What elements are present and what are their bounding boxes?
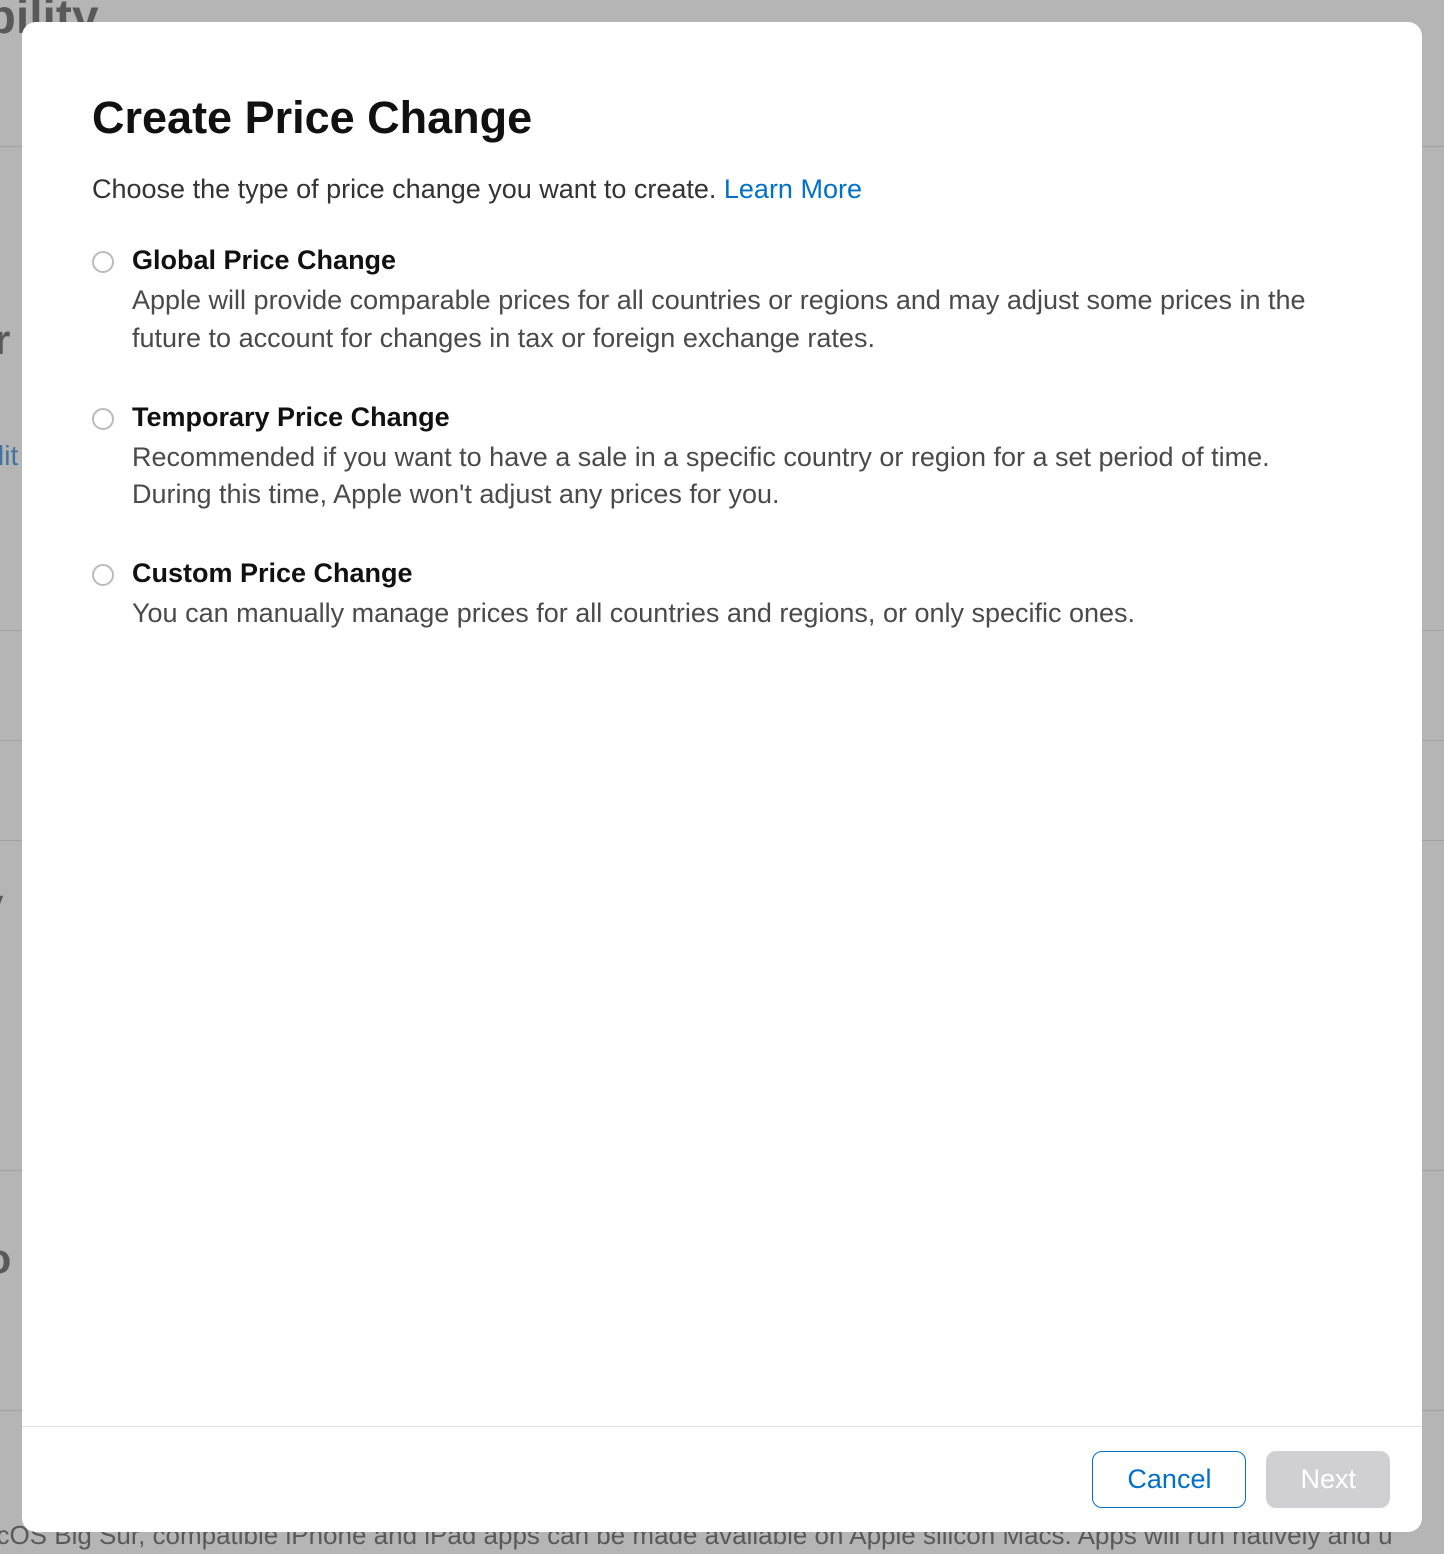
option-title-custom: Custom Price Change	[132, 558, 1352, 589]
next-button[interactable]: Next	[1266, 1451, 1390, 1508]
create-price-change-modal: Create Price Change Choose the type of p…	[22, 22, 1422, 1532]
modal-footer: Cancel Next	[22, 1426, 1422, 1532]
option-temporary-price-change[interactable]: Temporary Price Change Recommended if yo…	[92, 402, 1352, 515]
radio-custom[interactable]	[92, 564, 114, 586]
modal-subtitle: Choose the type of price change you want…	[92, 174, 1352, 205]
option-content-custom: Custom Price Change You can manually man…	[132, 558, 1352, 633]
option-title-temporary: Temporary Price Change	[132, 402, 1352, 433]
option-custom-price-change[interactable]: Custom Price Change You can manually man…	[92, 558, 1352, 633]
modal-body: Create Price Change Choose the type of p…	[22, 22, 1422, 1426]
option-desc-custom: You can manually manage prices for all c…	[132, 595, 1352, 633]
option-content-global: Global Price Change Apple will provide c…	[132, 245, 1352, 358]
modal-title: Create Price Change	[92, 92, 1352, 144]
option-content-temporary: Temporary Price Change Recommended if yo…	[132, 402, 1352, 515]
option-desc-global: Apple will provide comparable prices for…	[132, 282, 1352, 358]
modal-subtitle-text: Choose the type of price change you want…	[92, 174, 724, 204]
option-desc-temporary: Recommended if you want to have a sale i…	[132, 439, 1352, 515]
cancel-button[interactable]: Cancel	[1092, 1451, 1246, 1508]
radio-temporary[interactable]	[92, 408, 114, 430]
option-title-global: Global Price Change	[132, 245, 1352, 276]
learn-more-link[interactable]: Learn More	[724, 174, 862, 204]
option-global-price-change[interactable]: Global Price Change Apple will provide c…	[92, 245, 1352, 358]
radio-global[interactable]	[92, 251, 114, 273]
